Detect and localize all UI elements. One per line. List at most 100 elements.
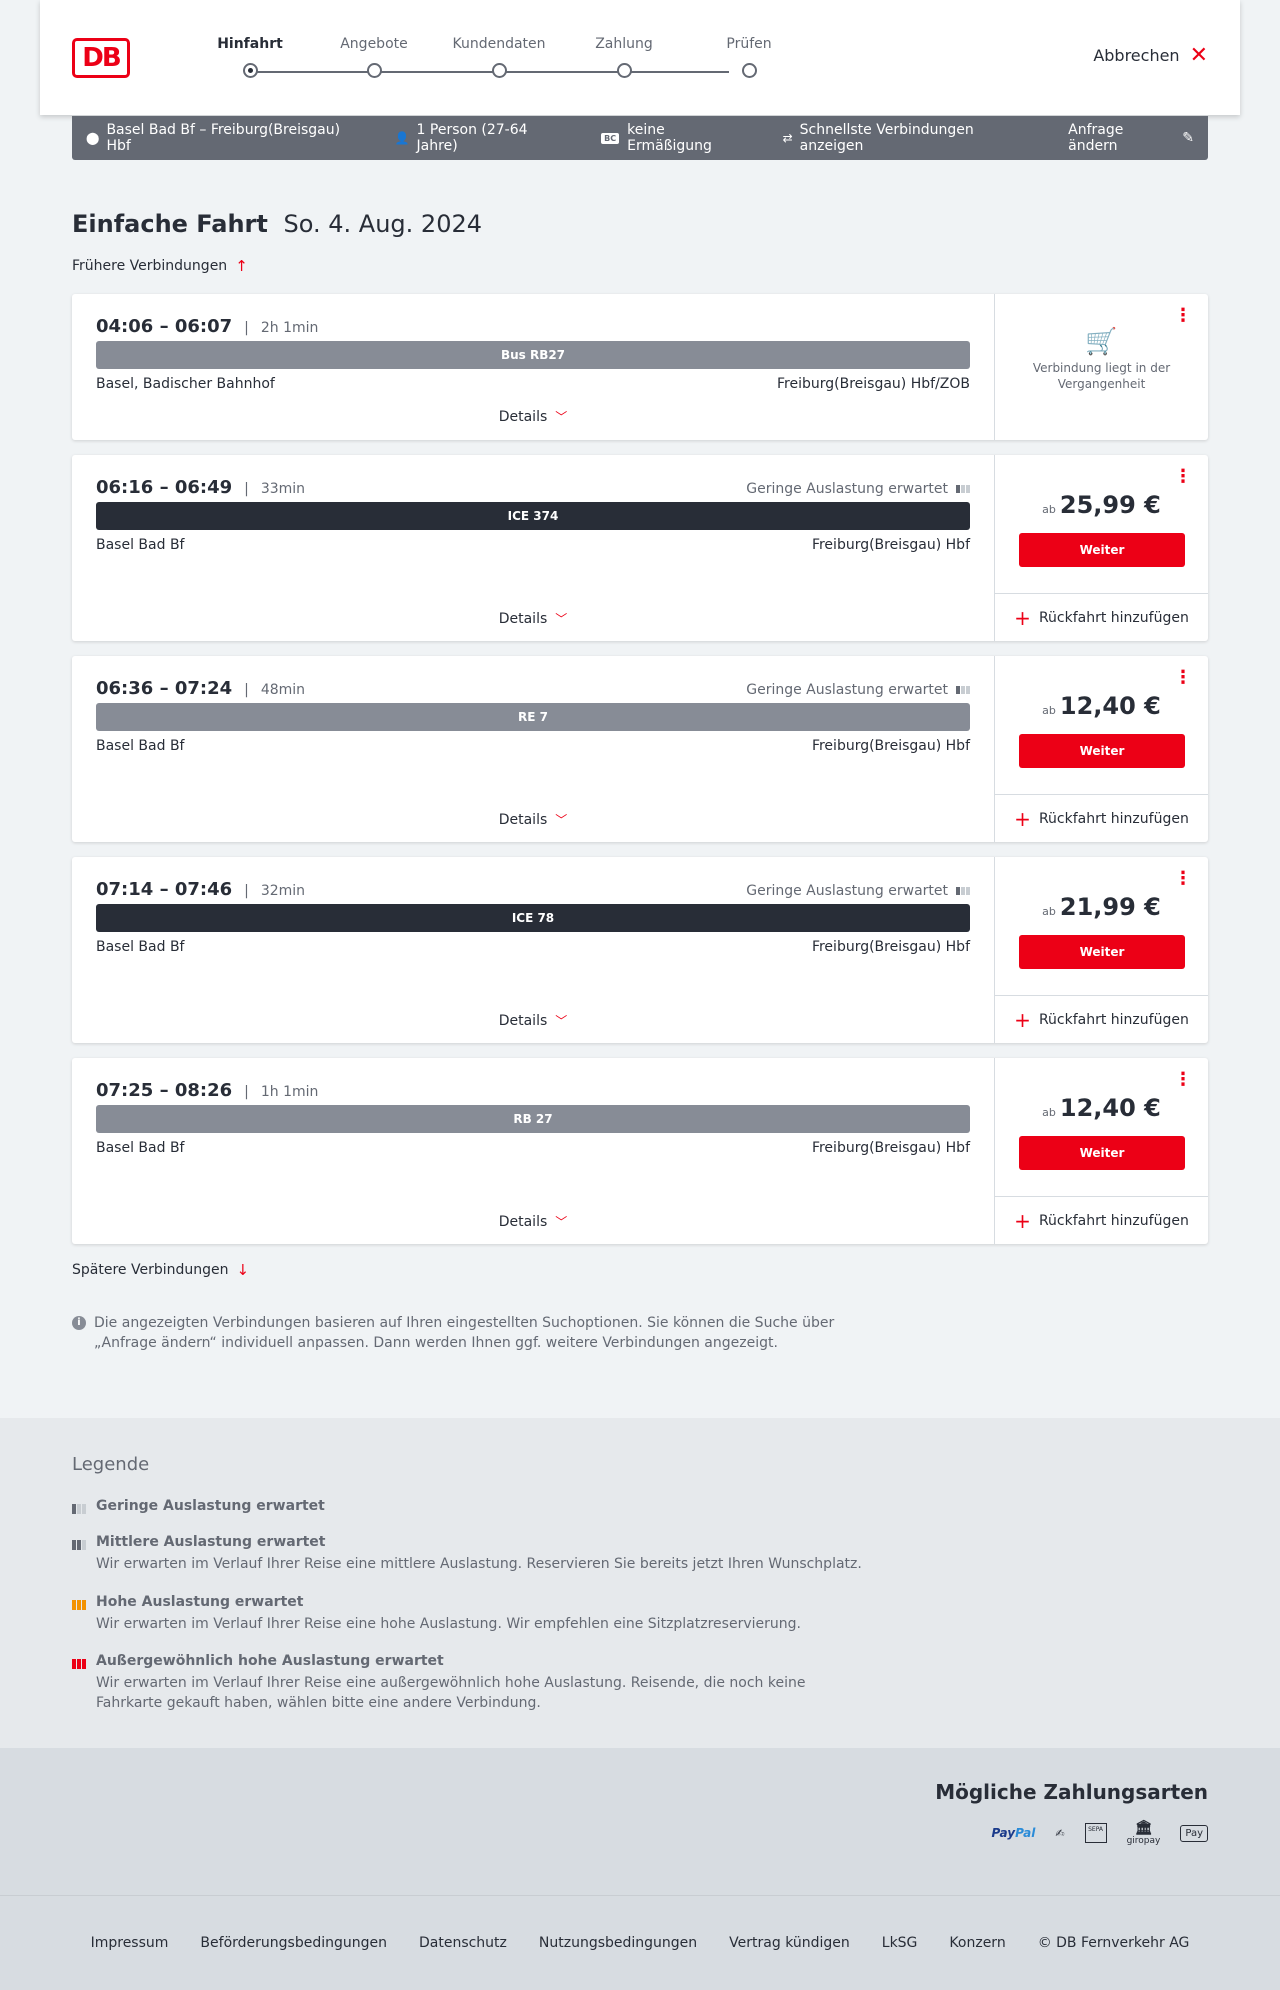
sepa-icon: SEPA <box>1084 1823 1107 1843</box>
search-summary-bar: ⬤ Basel Bad Bf – Freiburg(Breisgau) Hbf … <box>72 116 1208 160</box>
direct-debit-icon: ✍ <box>1055 1826 1065 1840</box>
occupancy-text: Geringe Auslastung erwartet <box>746 682 948 698</box>
add-return-button[interactable]: + Rückfahrt hinzufügen <box>995 1196 1208 1244</box>
legend-item-title: Geringe Auslastung erwartet <box>96 1498 325 1514</box>
separator: | <box>244 682 249 698</box>
more-options-icon[interactable]: ⋮ <box>1174 468 1192 486</box>
price-value: 21,99 € <box>1059 893 1161 921</box>
more-options-icon[interactable]: ⋮ <box>1174 307 1192 325</box>
step-zahlung: Zahlung <box>569 36 679 78</box>
train-bar[interactable]: ICE 374 <box>96 502 970 530</box>
step-dot <box>492 63 507 78</box>
weiter-button[interactable]: Weiter <box>1019 533 1185 567</box>
footer-link-konzern[interactable]: Konzern <box>949 1935 1005 1951</box>
cancel-button[interactable]: Abbrechen ✕ <box>1093 44 1208 66</box>
page-title: Einfache Fahrt So. 4. Aug. 2024 <box>72 210 482 238</box>
connection-main: 04:06 – 06:07 | 2h 1min Bus RB27 Basel, … <box>72 294 994 440</box>
legend-section: Legende Geringe Auslastung erwartet Mitt… <box>0 1418 1280 1748</box>
connection-card: 07:25 – 08:26 | 1h 1min RB 27 Basel Bad … <box>72 1058 1208 1244</box>
weiter-button[interactable]: Weiter <box>1019 1136 1185 1170</box>
step-hinfahrt: Hinfahrt <box>195 36 305 78</box>
legend-item-desc: Wir erwarten im Verlauf Ihrer Reise eine… <box>96 1675 806 1711</box>
step-pruefen: Prüfen <box>694 36 804 78</box>
connection-card: 07:14 – 07:46 | 32min Geringe Auslastung… <box>72 857 1208 1043</box>
occupancy-low-icon <box>956 485 970 493</box>
add-return-button[interactable]: + Rückfahrt hinzufügen <box>995 593 1208 641</box>
price-value: 12,40 € <box>1059 1094 1161 1122</box>
giropay-label: giropay <box>1126 1836 1161 1846</box>
legend-item-desc: Wir erwarten im Verlauf Ihrer Reise eine… <box>96 1556 862 1572</box>
details-toggle[interactable]: Details ﹀ <box>72 610 994 627</box>
plus-icon: + <box>1014 1007 1031 1032</box>
more-options-icon[interactable]: ⋮ <box>1174 870 1192 888</box>
details-label: Details <box>498 611 548 627</box>
occupancy-info: Geringe Auslastung erwartet <box>746 481 970 497</box>
occupancy-low-icon <box>956 887 970 895</box>
bank-icon: 🏛 <box>1134 1820 1153 1836</box>
price-prefix: ab <box>1042 905 1056 918</box>
payment-icons: PayPal ✍ SEPA 🏛 giropay Pay <box>992 1820 1208 1846</box>
later-connections-link[interactable]: Spätere Verbindungen ↓ <box>72 1261 249 1279</box>
duration: 48min <box>260 682 306 698</box>
earlier-connections-link[interactable]: Frühere Verbindungen ↑ <box>72 257 248 275</box>
more-options-icon[interactable]: ⋮ <box>1174 1071 1192 1089</box>
trip-type: Einfache Fahrt <box>72 210 268 238</box>
train-bar[interactable]: ICE 78 <box>96 904 970 932</box>
details-toggle[interactable]: Details ﹀ <box>72 1213 994 1230</box>
db-logo[interactable]: DB <box>72 38 130 78</box>
separator: | <box>244 481 249 497</box>
details-toggle[interactable]: Details ﹀ <box>72 1012 994 1029</box>
footer-copyright[interactable]: © DB Fernverkehr AG <box>1038 1935 1190 1951</box>
legend-item-low: Geringe Auslastung erwartet <box>72 1498 872 1514</box>
more-options-icon[interactable]: ⋮ <box>1174 669 1192 687</box>
time-range: 07:14 – 07:46 <box>96 879 233 900</box>
connection-main: 07:25 – 08:26 | 1h 1min RB 27 Basel Bad … <box>72 1058 994 1244</box>
details-label: Details <box>498 409 548 425</box>
footer-link-lksg[interactable]: LkSG <box>882 1935 918 1951</box>
connection-offer: ⋮ ab 12,40 € Weiter + Rückfahrt hinzufüge… <box>994 656 1208 842</box>
chevron-down-icon: ﹀ <box>555 612 568 626</box>
step-dot <box>243 63 258 78</box>
location-pin-icon: ⬤ <box>86 131 100 145</box>
paypal-word-b: Pal <box>1015 1826 1036 1840</box>
footer-link-nutzungsbedingungen[interactable]: Nutzungsbedingungen <box>539 1935 697 1951</box>
add-return-button[interactable]: + Rückfahrt hinzufügen <box>995 995 1208 1043</box>
weiter-button[interactable]: Weiter <box>1019 935 1185 969</box>
progress-stepper: Hinfahrt Angebote Kundendaten Zahlung Pr… <box>210 36 772 86</box>
destination-station: Freiburg(Breisgau) Hbf <box>811 939 970 955</box>
footer-link-vertrag-kuendigen[interactable]: Vertrag kündigen <box>729 1935 850 1951</box>
trip-date: So. 4. Aug. 2024 <box>283 210 482 238</box>
origin-station: Basel Bad Bf <box>96 738 185 754</box>
footer-link-befoerderungsbedingungen[interactable]: Beförderungsbedingungen <box>200 1935 387 1951</box>
train-bar[interactable]: RB 27 <box>96 1105 970 1133</box>
details-toggle[interactable]: Details ﹀ <box>72 811 994 828</box>
past-connection-info: 🛒 Verbindung liegt in der Vergangenheit <box>995 329 1208 392</box>
step-label: Prüfen <box>726 36 772 52</box>
connection-main: 06:36 – 07:24 | 48min Geringe Auslastung… <box>72 656 994 842</box>
details-toggle[interactable]: Details ﹀ <box>72 408 994 425</box>
connection-offer: ⋮ 🛒 Verbindung liegt in der Vergangenhei… <box>994 294 1208 440</box>
pencil-icon: ✎ <box>1182 130 1194 146</box>
chevron-down-icon: ﹀ <box>555 1215 568 1229</box>
step-dot <box>367 63 382 78</box>
add-return-button[interactable]: + Rückfahrt hinzufügen <box>995 794 1208 842</box>
weiter-button[interactable]: Weiter <box>1019 734 1185 768</box>
price-prefix: ab <box>1042 503 1056 516</box>
legend-item-desc: Wir erwarten im Verlauf Ihrer Reise eine… <box>96 1616 801 1632</box>
route-info: ⬤ Basel Bad Bf – Freiburg(Breisgau) Hbf <box>86 122 363 154</box>
applepay-label: Pay <box>1185 1827 1203 1839</box>
passenger-info: 👤 1 Person (27-64 Jahre) <box>395 122 570 154</box>
swap-arrows-icon: ⇄ <box>782 131 793 145</box>
footer-link-datenschutz[interactable]: Datenschutz <box>419 1935 507 1951</box>
footer-link-impressum[interactable]: Impressum <box>91 1935 169 1951</box>
duration: 33min <box>260 481 306 497</box>
plus-icon: + <box>1014 605 1031 630</box>
details-label: Details <box>498 812 548 828</box>
stations: Basel Bad Bf Freiburg(Breisgau) Hbf <box>96 1140 970 1156</box>
origin-station: Basel, Badischer Bahnhof <box>96 376 275 392</box>
train-bar[interactable]: Bus RB27 <box>96 341 970 369</box>
change-request-button[interactable]: Anfrage ändern ✎ <box>1068 122 1194 154</box>
discount-text: keine Ermäßigung <box>627 122 712 154</box>
discount-info: BC keine Ermäßigung <box>601 122 750 154</box>
train-bar[interactable]: RE 7 <box>96 703 970 731</box>
